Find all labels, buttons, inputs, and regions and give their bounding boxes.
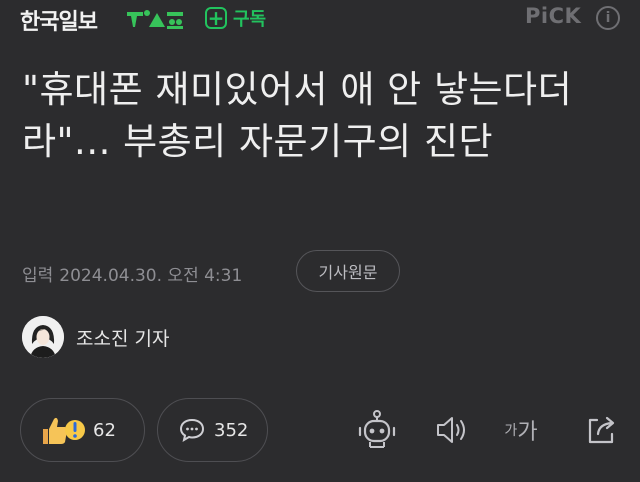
subscribe-button[interactable]: + 구독 <box>205 4 266 32</box>
reaction-emoji-icon <box>43 417 85 444</box>
original-article-button[interactable]: 기사원문 <box>296 250 400 292</box>
share-button[interactable] <box>578 406 626 454</box>
person-icon <box>22 316 64 358</box>
publisher-name[interactable]: 한국일보 <box>20 4 98 36</box>
comment-icon <box>179 418 205 443</box>
publisher-logo-icon <box>127 10 183 29</box>
ai-summary-button[interactable] <box>353 406 401 454</box>
plus-icon: + <box>205 7 227 29</box>
reporter-name: 조소진 기자 <box>76 327 170 350</box>
top-bar: 한국일보 + 구독 PiCK i <box>0 0 640 40</box>
read-aloud-button[interactable] <box>428 406 476 454</box>
subscribe-label: 구독 <box>233 9 267 30</box>
font-size-large-label: 가 <box>517 420 538 445</box>
reporter-info[interactable]: 조소진 기자 <box>22 316 169 358</box>
published-label: 입력 <box>22 265 54 286</box>
font-size-button[interactable]: 가 가 <box>497 406 545 454</box>
robot-icon <box>358 410 396 448</box>
reaction-count: 62 <box>93 419 116 441</box>
article-meta: 입력 2024.04.30. 오전 4:31 <box>22 256 242 290</box>
reporter-avatar <box>22 316 64 358</box>
article-headline: "휴대폰 재미있어서 애 안 낳는다더라"... 부총리 자문기구의 진단 <box>22 68 573 163</box>
info-icon[interactable]: i <box>596 6 620 30</box>
comment-count: 352 <box>214 419 249 441</box>
pick-badge: PiCK <box>525 4 582 28</box>
font-size-small-label: 가 <box>504 423 518 439</box>
published-datetime: 2024.04.30. 오전 4:31 <box>59 265 243 286</box>
share-icon <box>588 416 615 444</box>
reaction-button[interactable]: 62 <box>20 398 145 462</box>
comment-button[interactable]: 352 <box>157 398 268 462</box>
speaker-icon <box>437 417 465 443</box>
